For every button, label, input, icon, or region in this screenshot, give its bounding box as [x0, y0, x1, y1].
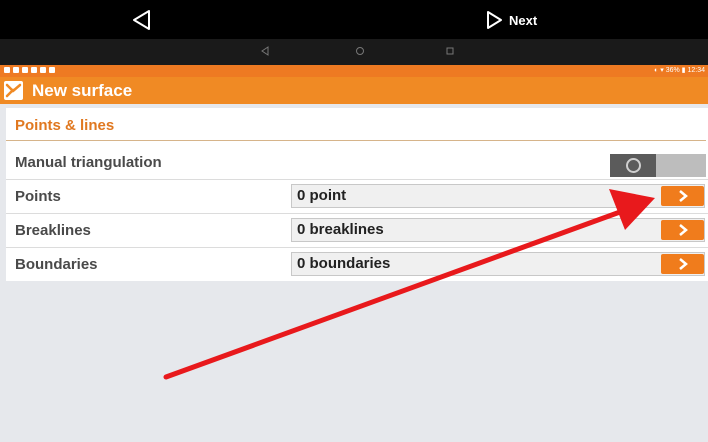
toggle-circle-icon: [625, 158, 641, 173]
status-bar: ◐ ▾ 36% ▮ 12:34: [0, 65, 708, 77]
section-title: Points & lines: [15, 117, 115, 134]
notification-icon: [22, 67, 28, 73]
boundaries-field[interactable]: 0 boundaries: [291, 252, 705, 276]
back-button[interactable]: [130, 8, 154, 32]
status-right-text: ◐ ▾ 36% ▮ 12:34: [654, 67, 705, 74]
warning-icon: [49, 67, 55, 73]
system-home-button[interactable]: [353, 44, 367, 58]
boundaries-open-button[interactable]: [661, 254, 704, 274]
app-logo-icon: [4, 81, 23, 100]
points-field[interactable]: 0 point: [291, 184, 705, 208]
system-recents-icon: [446, 47, 454, 55]
notification-icon: [31, 67, 37, 73]
points-row: Points 0 point: [6, 180, 708, 214]
breaklines-field[interactable]: 0 breaklines: [291, 218, 705, 242]
system-recents-button[interactable]: [443, 44, 457, 58]
chevron-right-icon: [678, 258, 688, 270]
back-triangle-icon: [133, 10, 150, 30]
points-lines-panel: Points & lines Manual triangulation Poin…: [6, 108, 708, 281]
chevron-right-icon: [678, 224, 688, 236]
boundaries-row: Boundaries 0 boundaries: [6, 248, 708, 281]
section-divider: [6, 140, 706, 141]
points-value: 0 point: [297, 187, 347, 204]
breaklines-open-button[interactable]: [661, 220, 704, 240]
next-label: Next: [509, 12, 538, 28]
breaklines-row: Breaklines 0 breaklines: [6, 214, 708, 248]
toggle-knob: [610, 154, 656, 177]
system-back-icon: [261, 46, 269, 56]
points-label: Points: [15, 188, 61, 205]
app-bar: New surface: [0, 77, 708, 104]
system-navigation-bar: [0, 39, 708, 65]
top-navigation-bar: Next: [0, 0, 708, 39]
manual-triangulation-toggle[interactable]: [610, 154, 706, 177]
notification-icon: [4, 67, 10, 73]
manual-triangulation-label: Manual triangulation: [15, 154, 162, 171]
breaklines-value: 0 breaklines: [297, 221, 384, 238]
breaklines-label: Breaklines: [15, 222, 91, 239]
chevron-right-icon: [678, 190, 688, 202]
notification-icons: [4, 67, 55, 73]
next-triangle-icon: [487, 11, 502, 29]
system-back-button[interactable]: [258, 44, 272, 58]
next-button[interactable]: Next: [484, 9, 537, 31]
page-title: New surface: [32, 81, 133, 100]
system-home-icon: [356, 47, 364, 55]
points-open-button[interactable]: [661, 186, 704, 206]
notification-icon: [13, 67, 19, 73]
notification-icon: [40, 67, 46, 73]
boundaries-label: Boundaries: [15, 256, 98, 273]
manual-triangulation-row: Manual triangulation: [6, 146, 708, 180]
boundaries-value: 0 boundaries: [297, 255, 391, 272]
